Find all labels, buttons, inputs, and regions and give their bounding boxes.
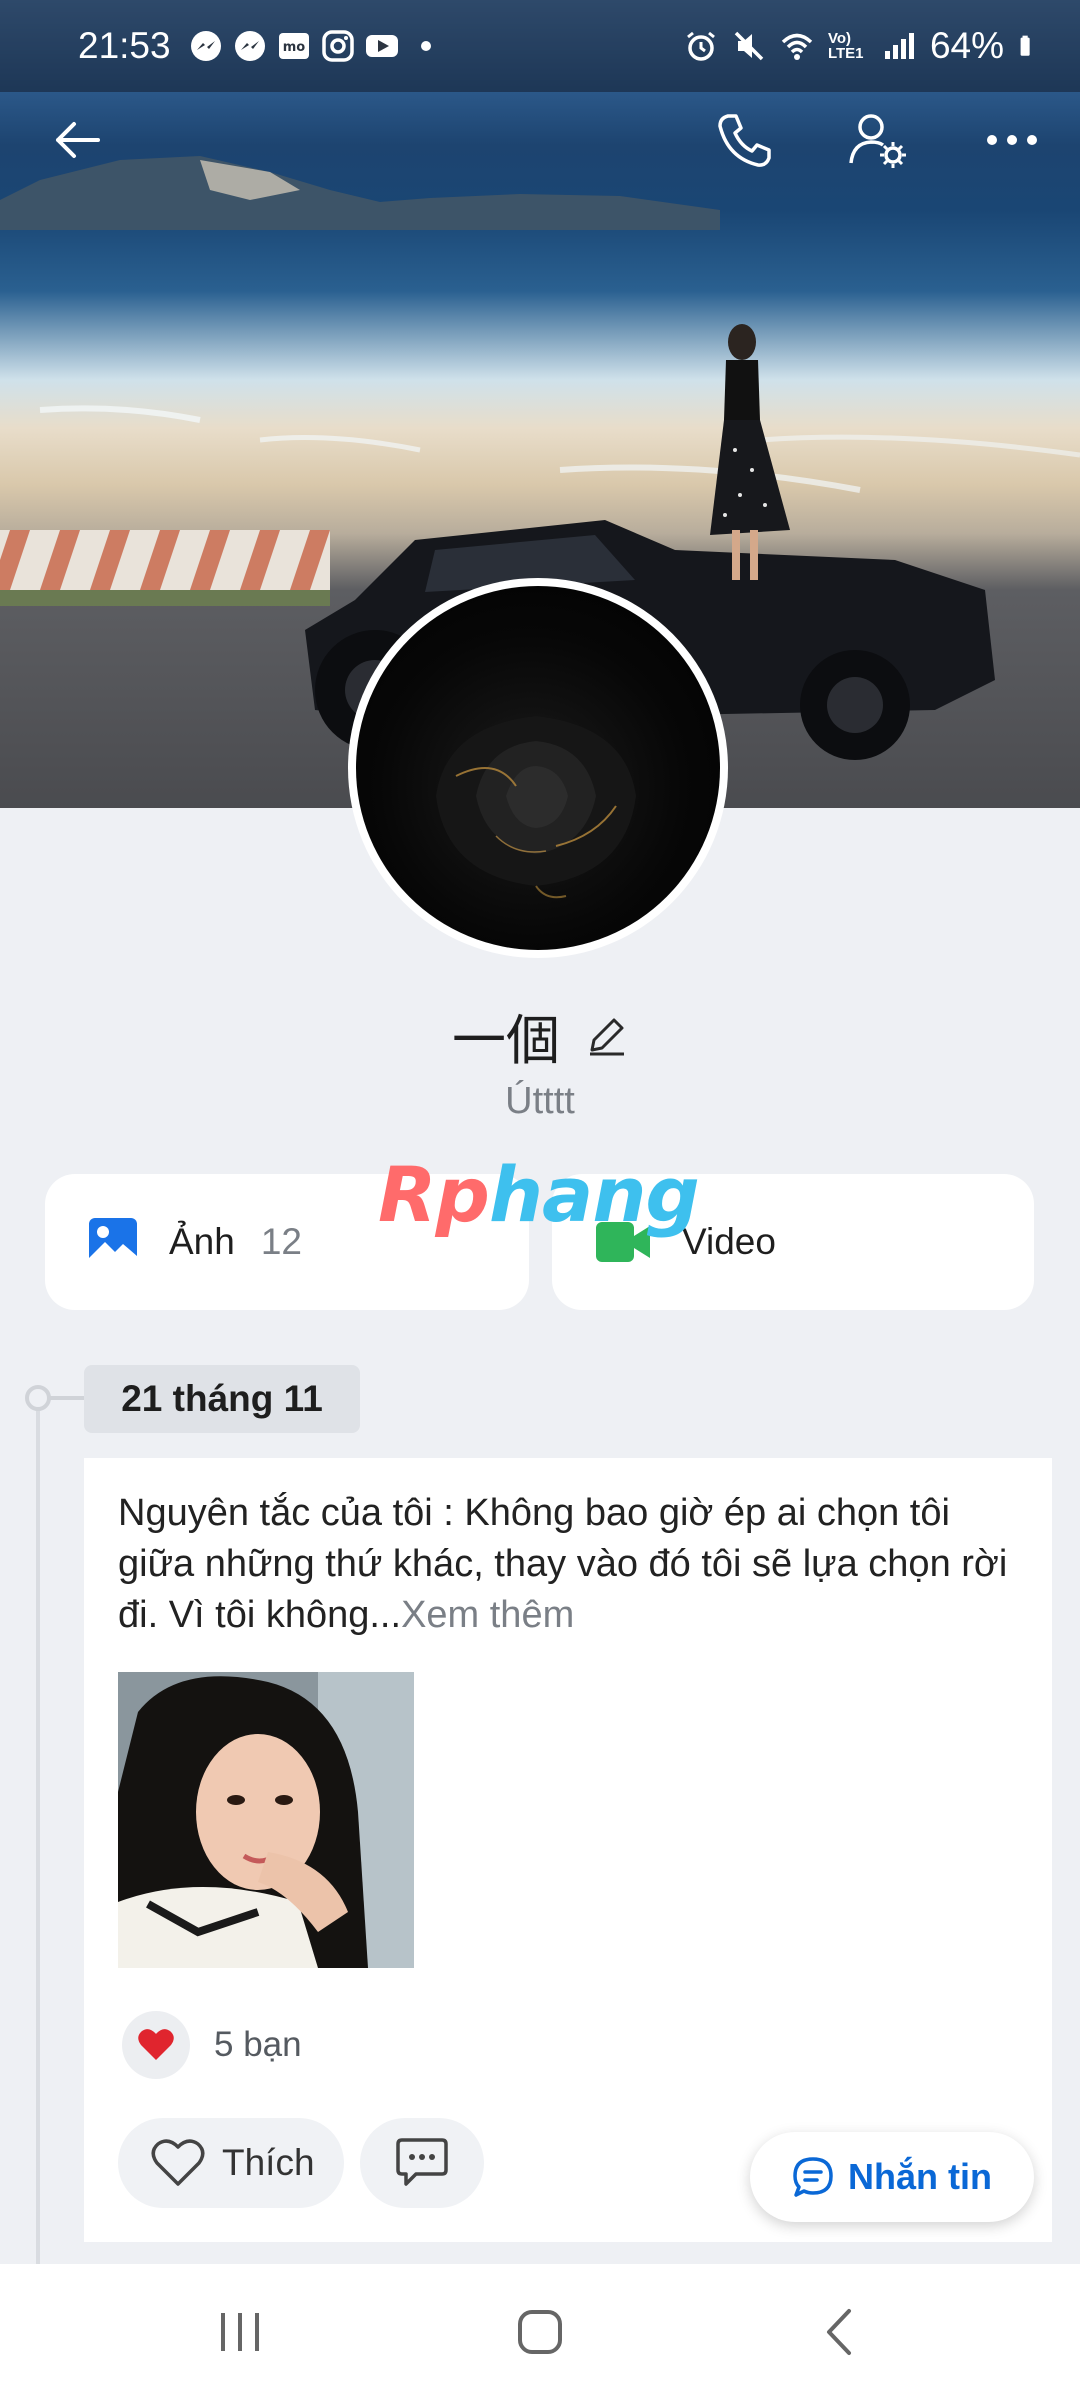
comment-button[interactable] (360, 2118, 484, 2208)
like-button[interactable]: Thích (118, 2118, 344, 2208)
instagram-icon (321, 30, 354, 62)
black-rose-image (436, 716, 636, 899)
watermark: Rphang (378, 1150, 700, 1239)
battery-percent: 64% (929, 25, 1004, 66)
photo-icon (89, 1218, 137, 1266)
comment-icon (396, 2138, 448, 2186)
profile-name-row: 一個 (0, 1000, 1080, 1072)
recent-apps-button[interactable] (200, 2292, 280, 2372)
system-icons: Vo) LTE1 64% (684, 25, 1040, 67)
watermark-part2: hang (488, 1150, 700, 1239)
messenger-icon (190, 31, 221, 61)
post-photo[interactable] (118, 1672, 414, 1968)
like-label: Thích (222, 2142, 315, 2183)
post-card[interactable]: Nguyên tắc của tôi : Không bao giờ ép ai… (84, 1458, 1052, 2242)
watermark-part1: Rp (378, 1150, 490, 1239)
signal-icon (884, 33, 914, 59)
more-icon (987, 135, 1037, 145)
call-button[interactable] (704, 100, 784, 180)
profile-subtitle: Útttt (505, 1080, 575, 1122)
alarm-icon (687, 31, 715, 61)
battery-icon (1020, 35, 1030, 56)
profile-name: 一個 (452, 1008, 560, 1072)
avatar[interactable] (348, 578, 728, 958)
mute-icon (734, 31, 764, 61)
youtube-icon (365, 35, 398, 57)
more-options-button[interactable] (972, 100, 1052, 180)
post-text[interactable]: Nguyên tắc của tôi : Không bao giờ ép ai… (118, 1488, 1018, 1641)
avatar-image (356, 586, 720, 950)
system-nav-bar (0, 2264, 1080, 2400)
system-back-button[interactable] (802, 2292, 882, 2372)
home-button[interactable] (500, 2292, 580, 2372)
send-message-label: Nhắn tin (848, 2156, 992, 2197)
timeline-date: 21 tháng 11 (84, 1365, 360, 1433)
recent-apps-icon (221, 2313, 259, 2351)
timeline-connector (50, 1396, 84, 1400)
status-time: 21:53 (78, 25, 171, 66)
wifi-icon (781, 33, 813, 60)
cover-person (710, 324, 790, 580)
back-button[interactable] (38, 100, 118, 180)
network-label: Vo) LTE1 (827, 30, 864, 62)
back-arrow-icon (56, 122, 100, 158)
selfie-image (118, 1672, 414, 1968)
heart-reaction (122, 2011, 190, 2079)
svg-text:mo: mo (282, 40, 305, 55)
see-more-link[interactable]: Xem thêm (401, 1594, 574, 1636)
message-bubble-icon (793, 2157, 833, 2197)
timeline-dot (25, 1385, 51, 1411)
reaction-count: 5 bạn (214, 2025, 302, 2064)
heart-icon (138, 2029, 174, 2060)
reactions[interactable]: 5 bạn (122, 2010, 302, 2080)
messenger-icon (234, 31, 265, 61)
chevron-left-icon (827, 2309, 851, 2355)
heart-outline-icon (151, 2139, 205, 2186)
profile-settings-button[interactable] (838, 100, 918, 180)
send-message-button[interactable]: Nhắn tin (750, 2132, 1034, 2222)
dot-icon (420, 41, 431, 51)
profile-top-bar (0, 92, 1080, 188)
phone-icon (718, 114, 771, 167)
momo-icon: mo (278, 33, 309, 59)
timeline-line (36, 1398, 40, 2268)
user-settings-icon (849, 114, 906, 168)
edit-pencil-icon[interactable] (586, 1014, 628, 1056)
home-icon (518, 2310, 562, 2354)
notification-icons: mo (189, 29, 443, 63)
status-bar: 21:53 mo Vo) LTE1 64% (0, 0, 1080, 92)
photos-label: Ảnh (169, 1221, 235, 1262)
photos-count: 12 (260, 1221, 302, 1262)
